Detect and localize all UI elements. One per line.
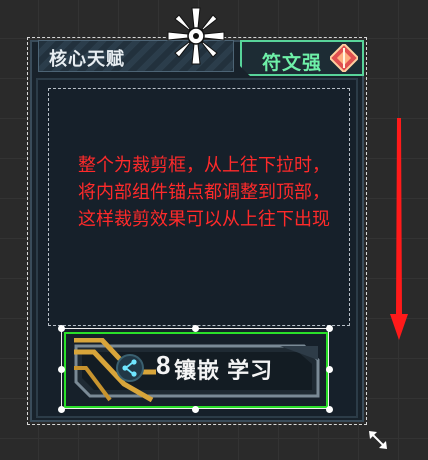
annotation-note: 整个为裁剪框，从上往下拉时，将内部组件锚点都调整到顶部，这样裁剪效果可以从上往下… [78,155,330,229]
tab-core-talent-label: 核心天赋 [49,49,125,69]
resize-handle-tm[interactable] [192,325,199,332]
resize-handle-tr[interactable] [326,325,333,332]
resize-handle-bm[interactable] [192,406,199,413]
tab-rune-enhance-label: 符文强 [262,53,323,74]
resize-handle-bl[interactable] [58,406,65,413]
resize-handle-br[interactable] [326,406,333,413]
resize-handle-ml[interactable] [58,366,65,373]
resize-arrows-icon[interactable] [368,430,388,450]
share-icon [116,354,144,382]
button-label: 镶嵌 学习 [174,358,274,383]
inlay-learn-button[interactable]: 8 镶嵌 学习 [72,338,322,402]
down-arrow-icon [390,118,408,340]
resize-handle-mr[interactable] [326,366,333,373]
anchor-icon[interactable] [166,6,226,66]
rune-diamond-icon [330,44,358,72]
resize-handle-tl[interactable] [58,325,65,332]
button-count: 8 [156,350,171,380]
